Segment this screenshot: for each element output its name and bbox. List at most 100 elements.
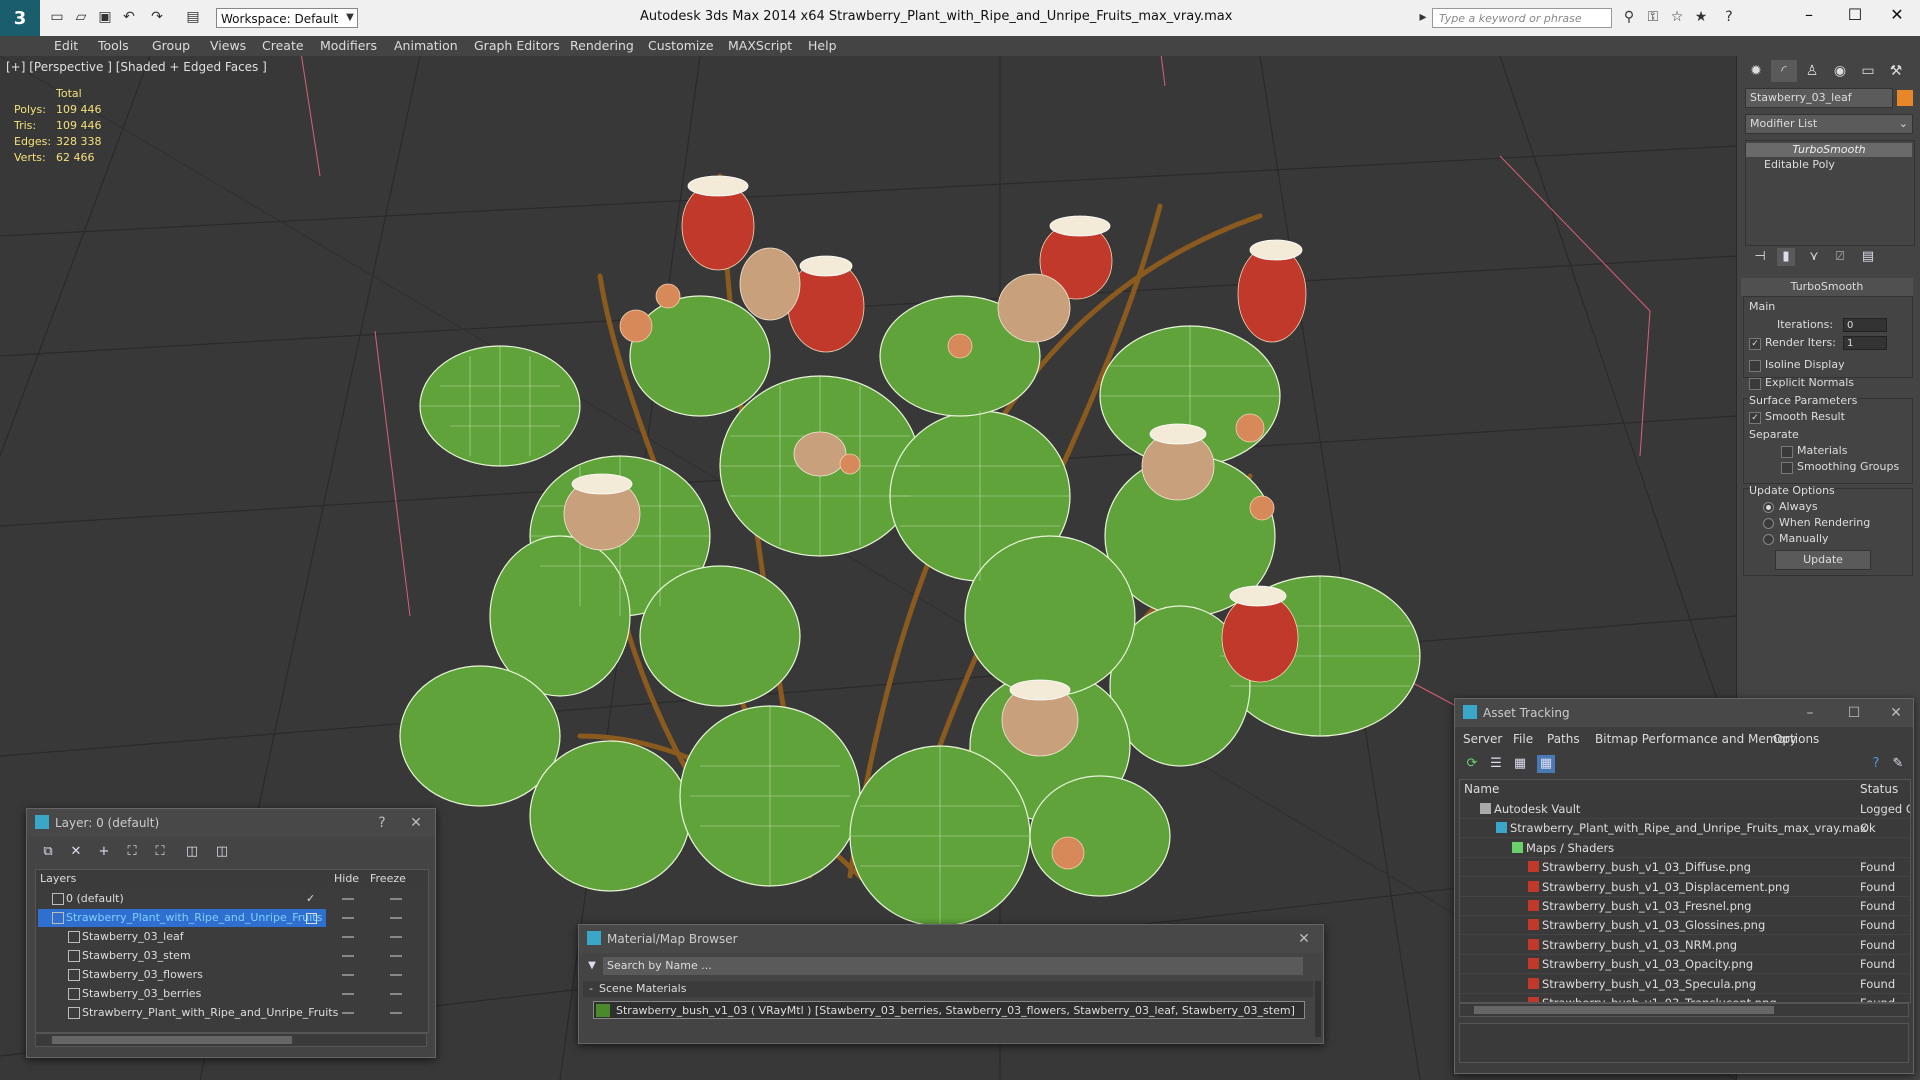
motion-tab-icon[interactable]: ◉: [1827, 60, 1853, 82]
layer-row[interactable]: Stawberry_03_leaf: [36, 928, 428, 946]
display-tab-icon[interactable]: ▭: [1855, 60, 1881, 82]
asset-row[interactable]: Autodesk Vault Logged O: [1460, 800, 1910, 819]
favorites-star-icon[interactable]: ★: [1692, 8, 1710, 26]
menu-file[interactable]: File: [1513, 729, 1533, 749]
render-iters-checkbox[interactable]: ✓: [1749, 338, 1761, 350]
strawberry-plant-model[interactable]: [399, 173, 1421, 927]
isoline-display-checkbox[interactable]: [1749, 360, 1761, 372]
save-icon[interactable]: ▣: [96, 8, 114, 26]
hide-toggle[interactable]: [342, 898, 354, 900]
show-end-result-icon[interactable]: ▮: [1777, 248, 1795, 266]
open-file-icon[interactable]: ▱: [72, 8, 90, 26]
asset-row[interactable]: Strawberry_bush_v1_03_Diffuse.png Found: [1460, 858, 1910, 878]
asset-row[interactable]: Strawberry_Plant_with_Ripe_and_Unripe_Fr…: [1460, 819, 1910, 839]
menu-maxscript[interactable]: MAXScript: [728, 36, 792, 56]
vertical-scrollbar[interactable]: [1315, 981, 1321, 1037]
menu-group[interactable]: Group: [152, 36, 190, 56]
current-layer-box-icon[interactable]: [306, 913, 317, 924]
freeze-toggle[interactable]: [390, 955, 402, 957]
layer-row[interactable]: Strawberry_Plant_with_Ripe_and_Unripe_Fr…: [36, 909, 428, 927]
horizontal-scrollbar[interactable]: [1459, 1003, 1909, 1017]
explicit-normals-checkbox[interactable]: [1749, 378, 1761, 390]
hide-toggle[interactable]: [342, 1012, 354, 1014]
app-logo-icon[interactable]: 3: [0, 0, 40, 36]
asset-row[interactable]: Strawberry_bush_v1_03_Glossines.png Found: [1460, 916, 1910, 936]
path-field[interactable]: [1459, 1023, 1909, 1063]
freeze-toggle[interactable]: [390, 917, 402, 919]
layer-row[interactable]: Stawberry_03_flowers: [36, 966, 428, 984]
menu-help[interactable]: Help: [808, 36, 837, 56]
hide-toggle[interactable]: [342, 936, 354, 938]
when-rendering-radio[interactable]: [1763, 518, 1774, 529]
iterations-spinner[interactable]: 0: [1843, 318, 1887, 332]
stack-item-turbosmooth[interactable]: TurboSmooth: [1746, 143, 1912, 157]
freeze-toggle[interactable]: [390, 993, 402, 995]
list-view-icon[interactable]: ☰: [1487, 755, 1505, 773]
redo-icon[interactable]: ↷: [148, 8, 166, 26]
subscription-key-icon[interactable]: ⚿: [1644, 8, 1662, 26]
configure-modifier-sets-icon[interactable]: ▤: [1859, 248, 1877, 266]
communication-center-icon[interactable]: ☆: [1668, 8, 1686, 26]
scrollbar-thumb[interactable]: [52, 1036, 292, 1044]
modifier-list-dropdown[interactable]: Modifier List ⌄: [1745, 114, 1913, 134]
asset-row[interactable]: Strawberry_bush_v1_03_Opacity.png Found: [1460, 955, 1910, 975]
always-radio[interactable]: [1763, 502, 1774, 513]
hide-toggle[interactable]: [342, 917, 354, 919]
name-column-header[interactable]: Name: [1460, 780, 1854, 798]
asset-row[interactable]: Strawberry_bush_v1_03_Specula.png Found: [1460, 975, 1910, 994]
project-folder-icon[interactable]: ▤: [184, 8, 202, 26]
freeze-unfreeze-all-icon[interactable]: ◫: [213, 843, 231, 861]
add-to-layer-icon[interactable]: +: [95, 843, 113, 861]
status-column-header[interactable]: Status: [1856, 780, 1910, 798]
refresh-icon[interactable]: ⟳: [1463, 755, 1481, 773]
help-icon[interactable]: ?: [1867, 755, 1885, 773]
minimize-button[interactable]: –: [1786, 0, 1832, 32]
select-highlighted-icon[interactable]: ⛶: [123, 843, 141, 861]
asset-row[interactable]: Maps / Shaders: [1460, 839, 1910, 858]
help-icon[interactable]: ?: [1720, 8, 1738, 26]
hide-column-header[interactable]: Hide: [330, 870, 364, 888]
minimize-button[interactable]: –: [1797, 699, 1823, 727]
render-iters-spinner[interactable]: 1: [1843, 336, 1887, 350]
freeze-toggle[interactable]: [390, 898, 402, 900]
manually-radio[interactable]: [1763, 534, 1774, 545]
smoothing-groups-checkbox[interactable]: [1781, 462, 1793, 474]
hide-toggle[interactable]: [342, 955, 354, 957]
close-icon[interactable]: ✕: [403, 809, 429, 837]
hide-toggle[interactable]: [342, 993, 354, 995]
menu-bitmap-performance[interactable]: Bitmap Performance and Memory: [1595, 729, 1797, 749]
highlight-selected-icon[interactable]: ⛶: [151, 843, 169, 861]
asset-tracking-titlebar[interactable]: Asset Tracking – ☐ ✕: [1455, 699, 1913, 727]
smooth-result-checkbox[interactable]: ✓: [1749, 412, 1761, 424]
viewport-label[interactable]: [+] [Perspective ] [Shaded + Edged Faces…: [6, 60, 267, 74]
materials-checkbox[interactable]: [1781, 446, 1793, 458]
stack-item-editable-poly[interactable]: Editable Poly: [1750, 158, 1920, 172]
binoculars-icon[interactable]: ⚲: [1620, 8, 1638, 26]
menu-graph-editors[interactable]: Graph Editors: [474, 36, 560, 56]
menu-create[interactable]: Create: [262, 36, 304, 56]
collapse-arrow-icon[interactable]: ▸: [1414, 8, 1432, 26]
menu-options[interactable]: Options: [1773, 729, 1819, 749]
undo-icon[interactable]: ↶: [120, 8, 138, 26]
asset-row[interactable]: Strawberry_bush_v1_03_NRM.png Found: [1460, 936, 1910, 955]
utilities-tab-icon[interactable]: ⚒: [1883, 60, 1909, 82]
freeze-toggle[interactable]: [390, 974, 402, 976]
menu-server[interactable]: Server: [1463, 729, 1502, 749]
maximize-button[interactable]: ☐: [1832, 0, 1878, 32]
layer-row[interactable]: Strawberry_Plant_with_Ripe_and_Unripe_Fr…: [36, 1004, 428, 1022]
asset-row[interactable]: Strawberry_bush_v1_03_Translucent.png Fou…: [1460, 994, 1910, 1002]
material-browser-titlebar[interactable]: Material/Map Browser ✕: [579, 925, 1323, 953]
object-name-field[interactable]: Stawberry_03_leaf: [1745, 88, 1893, 108]
pin-stack-icon[interactable]: ⊣: [1751, 248, 1769, 266]
layer-row[interactable]: Stawberry_03_berries: [36, 985, 428, 1003]
modify-tab-icon[interactable]: ◜: [1771, 60, 1797, 82]
scrollbar-thumb[interactable]: [1474, 1006, 1774, 1014]
asset-row[interactable]: Strawberry_bush_v1_03_Fresnel.png Found: [1460, 897, 1910, 916]
hide-unhide-all-icon[interactable]: ◫: [183, 843, 201, 861]
horizontal-scrollbar[interactable]: [35, 1033, 427, 1047]
layer-row[interactable]: Stawberry_03_stem: [36, 947, 428, 965]
scene-materials-group[interactable]: - Scene Materials: [583, 981, 1313, 997]
layers-column-header[interactable]: Layers: [36, 870, 328, 888]
layer-row[interactable]: 0 (default) ✓: [36, 890, 428, 908]
new-file-icon[interactable]: ▭: [48, 8, 66, 26]
